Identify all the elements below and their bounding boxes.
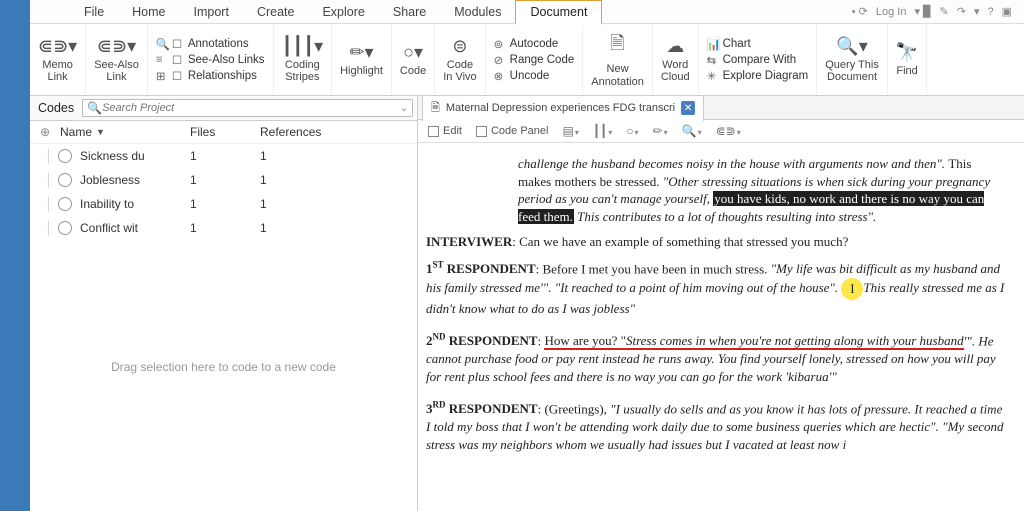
compare-icon: ⇆ xyxy=(707,53,719,67)
layout-icon[interactable]: ▤▾ xyxy=(562,124,578,138)
auto-icon: ⊚ xyxy=(494,37,506,51)
chevron-down-icon[interactable]: ⌄ xyxy=(400,103,408,114)
ribbon: ⋐⋑▾ Memo Link ⋐⋑▾ See-Also Link 🔍☐Annota… xyxy=(30,24,1024,96)
diagram-icon: ✳ xyxy=(707,69,719,83)
pen-icon[interactable]: ✏▾ xyxy=(653,124,668,138)
uncode-button[interactable]: ⊗Uncode xyxy=(494,69,575,83)
note-icon: 🗎 xyxy=(610,31,624,61)
menu-file[interactable]: File xyxy=(70,1,118,23)
chart-button[interactable]: 📊Chart xyxy=(707,37,809,51)
search-icon: 🔍 xyxy=(87,101,102,115)
find-icon: 🔭 xyxy=(896,42,918,63)
code-row[interactable]: │ Inability to 1 1 xyxy=(30,192,417,216)
link-icon: ⋐⋑▾ xyxy=(38,36,77,57)
code-in-vivo-button[interactable]: ⊜ Code In Vivo xyxy=(435,24,485,95)
see-also-link-button[interactable]: ⋐⋑▾ See-Also Link xyxy=(86,24,148,95)
cloud-icon: ☁ xyxy=(666,36,684,57)
vivo-icon: ⊜ xyxy=(452,36,467,57)
autocode-button[interactable]: ⊚Autocode xyxy=(494,37,575,51)
menu-import[interactable]: Import xyxy=(180,1,243,23)
highlighter-icon: ✏▾ xyxy=(349,42,373,63)
app-rail xyxy=(0,0,30,511)
code-button[interactable]: ○▾ Code xyxy=(392,24,435,95)
document-toolbar: Edit Code Panel ▤▾ ┃┃▾ ○▾ ✏▾ 🔍▾ ⋐⋑▾ xyxy=(418,120,1024,143)
word-cloud-button[interactable]: ☁ Word Cloud xyxy=(653,24,699,95)
sync-icon[interactable]: • ⟳ xyxy=(852,5,868,18)
doc-icon: 🗎 xyxy=(431,99,440,118)
range-icon: ⊘ xyxy=(494,53,506,67)
link-icon: ⋐⋑▾ xyxy=(97,36,136,57)
col-references[interactable]: References xyxy=(260,125,409,139)
find-button[interactable]: 🔭 Find xyxy=(888,24,927,95)
save-icon[interactable]: ▾ ▉ xyxy=(914,5,931,18)
circle-icon xyxy=(58,197,72,211)
link-icon[interactable]: ⋐⋑▾ xyxy=(716,124,741,138)
menu-share[interactable]: Share xyxy=(379,1,440,23)
search-project-input[interactable]: 🔍 ⌄ xyxy=(82,99,413,117)
code-row[interactable]: │ Sickness du 1 1 xyxy=(30,144,417,168)
list-icon: ≡ xyxy=(156,54,168,66)
zoom-icon[interactable]: 🔍▾ xyxy=(682,124,702,138)
dropdown-icon[interactable]: ▾ xyxy=(974,5,980,18)
circle-icon: ○▾ xyxy=(403,42,423,63)
panel-title: Codes xyxy=(34,99,78,117)
menu-modules[interactable]: Modules xyxy=(440,1,515,23)
login-link[interactable]: Log In xyxy=(876,6,907,18)
document-body[interactable]: challenge the husband becomes noisy in t… xyxy=(418,143,1024,511)
new-annotation-button[interactable]: 🗎 New Annotation xyxy=(583,24,653,95)
codes-panel: Codes 🔍 ⌄ ⊕ Name ▼ Files References │ Sic… xyxy=(30,96,418,511)
expand-icon[interactable]: ▣ xyxy=(1002,5,1012,18)
underlined-text: Stress comes in when you're not getting … xyxy=(626,333,964,350)
memo-link-button[interactable]: ⋐⋑▾ Memo Link xyxy=(30,24,86,95)
menu-create[interactable]: Create xyxy=(243,1,309,23)
col-files[interactable]: Files xyxy=(190,125,260,139)
stripes-icon: ┃┃┃▾ xyxy=(282,36,324,57)
compare-with-button[interactable]: ⇆Compare With xyxy=(707,53,809,67)
explore-diagram-button[interactable]: ✳Explore Diagram xyxy=(707,69,809,83)
doc-tab-title: Maternal Depression experiences FDG tran… xyxy=(446,102,675,114)
menu-explore[interactable]: Explore xyxy=(308,1,378,23)
highlight-button[interactable]: ✏▾ Highlight xyxy=(332,24,392,95)
circle-icon xyxy=(58,149,72,163)
search-icon: 🔍 xyxy=(156,37,168,51)
circle-icon xyxy=(58,221,72,235)
stripes-icon[interactable]: ┃┃▾ xyxy=(593,124,612,138)
redo-icon[interactable]: ↷ xyxy=(957,5,966,18)
annotations-button[interactable]: 🔍☐Annotations xyxy=(156,37,265,51)
code-panel-toggle[interactable]: Code Panel xyxy=(476,125,549,137)
code-row[interactable]: │ Conflict wit 1 1 xyxy=(30,216,417,240)
sort-icon: ▼ xyxy=(96,127,105,137)
chart-icon: 📊 xyxy=(707,37,719,51)
menu-home[interactable]: Home xyxy=(118,1,179,23)
grid-icon: ⊞ xyxy=(156,69,168,83)
document-tab[interactable]: 🗎 Maternal Depression experiences FDG tr… xyxy=(422,96,704,121)
query-this-document-button[interactable]: 🔍▾ Query This Document xyxy=(817,24,888,95)
uncode-icon: ⊗ xyxy=(494,69,506,83)
document-tabstrip: 🗎 Maternal Depression experiences FDG tr… xyxy=(418,96,1024,120)
code-row[interactable]: │ Joblesness 1 1 xyxy=(30,168,417,192)
menu-document[interactable]: Document xyxy=(515,0,602,25)
undo-icon[interactable]: ✎ xyxy=(940,5,949,18)
edit-toggle[interactable]: Edit xyxy=(428,125,462,137)
circle-icon xyxy=(58,173,72,187)
drop-hint: Drag selection here to code to a new cod… xyxy=(30,360,417,374)
circle-icon[interactable]: ○▾ xyxy=(626,124,638,138)
coding-stripes-button[interactable]: ┃┃┃▾ Coding Stripes xyxy=(274,24,333,95)
help-icon[interactable]: ? xyxy=(987,6,993,18)
add-code-icon[interactable]: ⊕ xyxy=(40,125,50,139)
close-tab-icon[interactable]: ✕ xyxy=(681,101,695,115)
see-also-links-button[interactable]: ≡☐See-Also Links xyxy=(156,53,265,67)
col-name[interactable]: Name xyxy=(60,125,92,139)
query-icon: 🔍▾ xyxy=(836,36,867,57)
menu-bar: File Home Import Create Explore Share Mo… xyxy=(30,0,1024,24)
relationships-button[interactable]: ⊞☐Relationships xyxy=(156,69,265,83)
text-cursor-icon: I xyxy=(841,278,863,300)
range-code-button[interactable]: ⊘Range Code xyxy=(494,53,575,67)
